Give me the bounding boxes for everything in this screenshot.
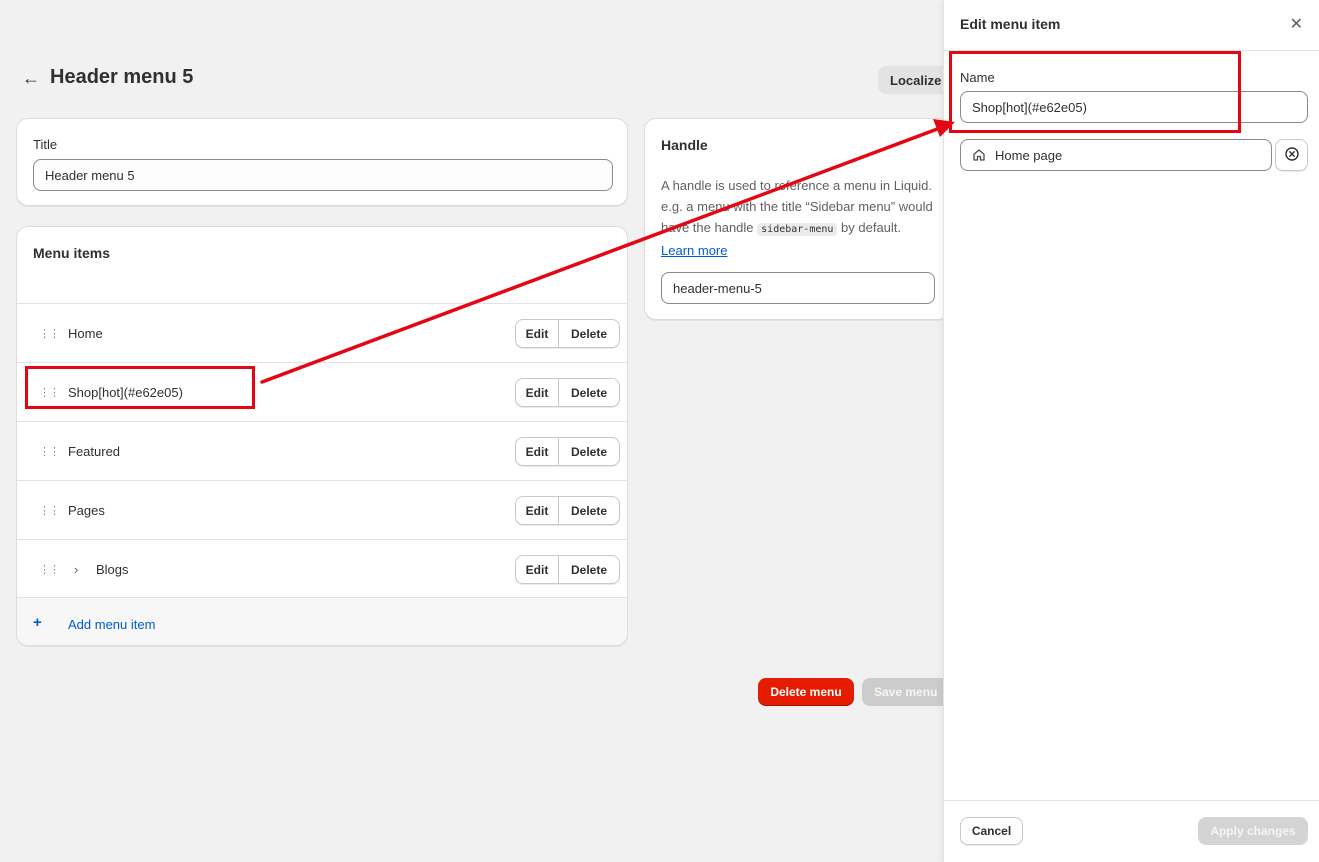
close-icon[interactable]: ✕ <box>1290 14 1303 34</box>
menu-item-label: Blogs <box>96 561 129 577</box>
menu-item-row: ⋮⋮ Featured Edit Delete <box>17 421 627 480</box>
edit-button[interactable]: Edit <box>516 556 559 583</box>
handle-input[interactable]: header-menu-5 <box>661 272 935 304</box>
delete-button[interactable]: Delete <box>559 320 619 347</box>
page-header: ← Header menu 5 <box>22 66 193 89</box>
add-menu-item-row[interactable]: + Add menu item <box>17 597 627 645</box>
row-actions: Edit Delete <box>515 319 620 348</box>
row-actions: Edit Delete <box>515 555 620 584</box>
delete-menu-button[interactable]: Delete menu <box>758 678 854 706</box>
handle-title: Handle <box>661 137 708 153</box>
menu-item-row: ⋮⋮ › Blogs Edit Delete <box>17 539 627 598</box>
delete-button[interactable]: Delete <box>559 497 619 524</box>
title-card: Title Header menu 5 <box>16 118 628 206</box>
menu-item-row: ⋮⋮ Home Edit Delete <box>17 303 627 362</box>
drag-handle-icon[interactable]: ⋮⋮ <box>39 504 60 517</box>
edit-button[interactable]: Edit <box>516 497 559 524</box>
menu-items-title: Menu items <box>33 245 111 261</box>
back-arrow-icon[interactable]: ← <box>22 69 40 87</box>
row-actions: Edit Delete <box>515 437 620 466</box>
handle-code: sidebar-menu <box>757 223 838 236</box>
menu-item-label: Pages <box>68 502 105 518</box>
chevron-right-icon[interactable]: › <box>74 562 78 577</box>
highlight-box-name-field <box>949 51 1241 133</box>
learn-more-link[interactable]: Learn more <box>661 243 727 258</box>
title-label: Title <box>33 137 58 152</box>
footer-divider <box>944 800 1319 801</box>
delete-button[interactable]: Delete <box>559 438 619 465</box>
save-menu-button[interactable]: Save menu <box>862 678 950 706</box>
handle-desc-text-2: by default. <box>841 220 902 235</box>
page-title: Header menu 5 <box>50 66 194 88</box>
menu-item-label: Featured <box>68 443 121 459</box>
cancel-button[interactable]: Cancel <box>960 817 1023 845</box>
edit-button[interactable]: Edit <box>516 320 559 347</box>
add-menu-item-link[interactable]: Add menu item <box>68 617 155 632</box>
drag-handle-icon[interactable]: ⋮⋮ <box>39 445 60 458</box>
menu-item-label: Home <box>68 325 103 341</box>
handle-card: Handle A handle is used to reference a m… <box>644 118 950 320</box>
menu-item-row: ⋮⋮ Pages Edit Delete <box>17 480 627 539</box>
drag-handle-icon[interactable]: ⋮⋮ <box>39 327 60 340</box>
panel-title: Edit menu item <box>960 16 1061 32</box>
delete-button[interactable]: Delete <box>559 379 619 406</box>
clear-link-button[interactable] <box>1275 139 1308 171</box>
apply-changes-button[interactable]: Apply changes <box>1198 817 1308 845</box>
link-value: Home page <box>995 147 1063 163</box>
handle-description: A handle is used to reference a menu in … <box>661 175 937 261</box>
home-icon <box>971 147 987 163</box>
menu-items-card: Menu items ⋮⋮ Home Edit Delete ⋮⋮ Shop[h… <box>16 226 628 646</box>
row-actions: Edit Delete <box>515 378 620 407</box>
link-input[interactable]: Home page <box>960 139 1272 171</box>
highlight-box-menu-item <box>25 366 255 409</box>
row-actions: Edit Delete <box>515 496 620 525</box>
edit-button[interactable]: Edit <box>516 379 559 406</box>
drag-handle-icon[interactable]: ⋮⋮ <box>39 563 60 576</box>
circle-x-icon <box>1284 146 1300 165</box>
localize-button[interactable]: Localize <box>878 66 950 94</box>
edit-button[interactable]: Edit <box>516 438 559 465</box>
plus-icon: + <box>33 614 42 631</box>
title-input[interactable]: Header menu 5 <box>33 159 613 191</box>
delete-button[interactable]: Delete <box>559 556 619 583</box>
